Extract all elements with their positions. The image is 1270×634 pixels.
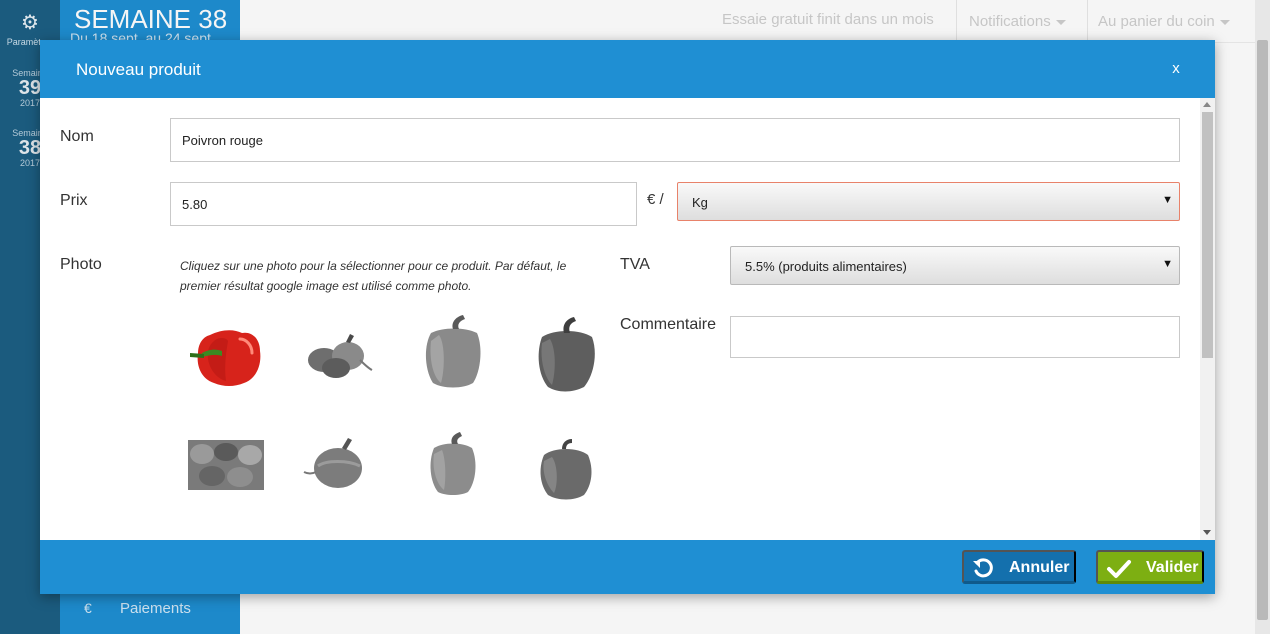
photo-option-selected[interactable] xyxy=(188,323,266,389)
modal-footer: Annuler Valider xyxy=(40,540,1215,594)
undo-icon xyxy=(972,558,994,585)
unit-select[interactable]: Kg ▼ xyxy=(677,182,1180,221)
photo-option[interactable] xyxy=(532,435,600,501)
cancel-label: Annuler xyxy=(1009,559,1070,576)
new-product-modal: Nouveau produit x Nom Prix € / Kg ▼ Phot… xyxy=(40,40,1215,594)
dropdown-arrow-icon: ▼ xyxy=(1162,258,1173,270)
photo-option[interactable] xyxy=(418,430,488,498)
photo-option[interactable] xyxy=(302,432,374,498)
photo-hint: Cliquez sur une photo pour la sélectionn… xyxy=(180,259,567,293)
photo-label: Photo xyxy=(60,256,102,273)
photo-option[interactable] xyxy=(415,313,491,393)
tva-label: TVA xyxy=(620,256,650,273)
name-label: Nom xyxy=(60,128,94,145)
photo-option[interactable] xyxy=(188,440,264,490)
validate-label: Valider xyxy=(1146,559,1199,576)
check-icon xyxy=(1106,558,1132,585)
scrollbar-thumb[interactable] xyxy=(1202,112,1213,358)
photo-option[interactable] xyxy=(302,330,374,382)
name-input[interactable] xyxy=(170,118,1180,162)
scroll-up-icon[interactable] xyxy=(1203,102,1211,107)
modal-header: Nouveau produit x xyxy=(40,40,1215,98)
validate-button[interactable]: Valider xyxy=(1096,550,1204,584)
price-label: Prix xyxy=(60,192,88,209)
modal-title: Nouveau produit xyxy=(76,60,201,79)
price-input[interactable] xyxy=(170,182,637,226)
modal-scrollbar[interactable] xyxy=(1200,98,1215,540)
tva-select-value: 5.5% (produits alimentaires) xyxy=(745,259,907,274)
unit-select-value: Kg xyxy=(692,195,708,210)
comment-input[interactable] xyxy=(730,316,1180,358)
modal-body: Nom Prix € / Kg ▼ Photo Cliquez sur une … xyxy=(40,98,1215,540)
price-unit-separator: € / xyxy=(647,191,664,208)
dropdown-arrow-icon: ▼ xyxy=(1162,194,1173,206)
cancel-button[interactable]: Annuler xyxy=(962,550,1076,584)
tva-select[interactable]: 5.5% (produits alimentaires) ▼ xyxy=(730,246,1180,285)
close-button[interactable]: x xyxy=(1166,60,1186,80)
photo-option[interactable] xyxy=(528,313,604,393)
comment-label: Commentaire xyxy=(620,316,717,333)
scroll-down-icon[interactable] xyxy=(1203,530,1211,535)
